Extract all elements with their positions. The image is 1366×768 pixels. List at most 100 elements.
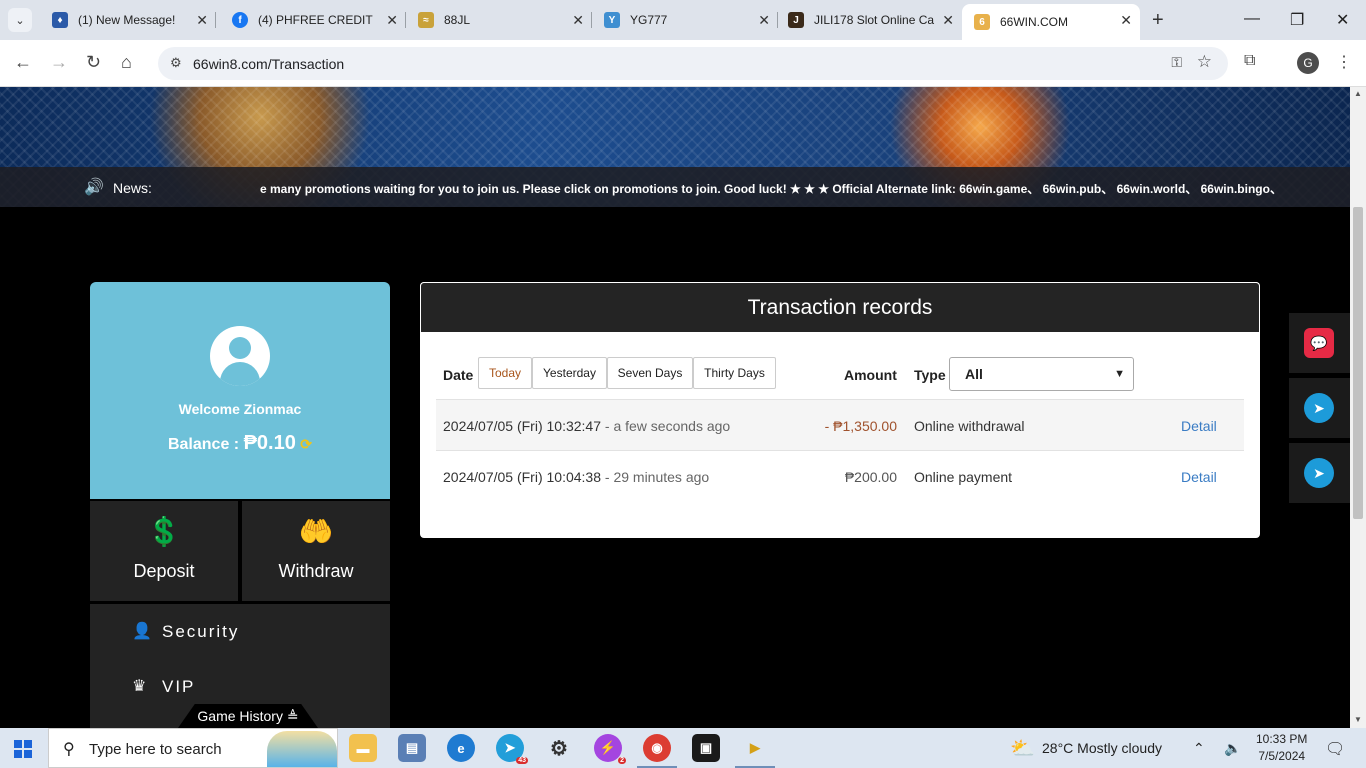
refresh-balance-icon[interactable]: ⟳ [300, 436, 312, 452]
page-content: 🔊 News: e many promotions waiting for yo… [0, 87, 1350, 728]
reload-button[interactable]: ↻ [86, 52, 101, 72]
scroll-up-icon[interactable]: ▲ [1354, 89, 1362, 98]
tab-separator [215, 12, 216, 28]
tab-facebook[interactable]: f (4) PHFREE CREDIT ✕ [220, 4, 406, 36]
settings-gear-icon[interactable]: ⚙ [545, 734, 573, 762]
security-user-icon: 👤 [132, 623, 154, 640]
scroll-down-icon[interactable]: ▼ [1354, 715, 1362, 724]
tab-title: JILI178 Slot Online Ca [814, 13, 935, 27]
notification-center-icon[interactable]: 🗨 [1325, 739, 1345, 759]
close-icon[interactable]: ✕ [942, 12, 954, 29]
password-key-icon[interactable]: ⚿ [1171, 54, 1182, 71]
close-icon[interactable]: ✕ [1120, 12, 1132, 29]
vip-crown-icon: ♛ [132, 678, 149, 695]
search-icon: ⚲ [63, 741, 75, 758]
clock-date: 7/5/2024 [1258, 749, 1306, 763]
card-title: Transaction records [420, 282, 1260, 333]
scroll-thumb[interactable] [1353, 207, 1363, 519]
table-row: 2024/07/05 (Fri) 10:32:47 - a few second… [436, 399, 1244, 450]
chrome-icon[interactable]: ◉ [643, 734, 671, 762]
tab-title: (4) PHFREE CREDIT [258, 13, 373, 27]
close-icon[interactable]: ✕ [572, 12, 584, 29]
row-type: Online withdrawal [914, 418, 1025, 434]
telegram-icon: ➤ [1304, 393, 1334, 423]
type-select-value: All [965, 366, 983, 382]
menu-item-label: Security [162, 622, 240, 641]
date-filter-label: Date [443, 367, 474, 383]
user-avatar-icon [210, 326, 270, 386]
address-toolbar: ← → ↻ ⌂ ⚙ 66win8.com/Transaction ⚿ ☆ [0, 40, 1366, 87]
menu-item-security[interactable]: 👤 Security [90, 604, 390, 659]
new-tab-button[interactable]: + [1152, 10, 1164, 30]
desktop-app-icon[interactable]: ▤ [398, 734, 426, 762]
telegram-float-button[interactable]: ➤ [1289, 378, 1350, 438]
deposit-button[interactable]: 💲 Deposit [90, 501, 238, 601]
tab-search-button[interactable]: ⌄ [8, 8, 32, 32]
windows-start-icon[interactable] [14, 740, 32, 758]
tab-yg777[interactable]: Y YG777 ✕ [592, 4, 778, 36]
tab-title: YG777 [630, 13, 668, 27]
clock-time: 10:33 PM [1256, 732, 1308, 746]
close-icon[interactable]: ✕ [196, 12, 208, 29]
browser-menu-icon[interactable]: ⋮ [1336, 52, 1352, 72]
yg777-favicon-icon: Y [604, 12, 620, 28]
telegram-taskbar-icon[interactable]: ➤ 43 [496, 734, 528, 764]
game-history-tab[interactable]: Game History ≜ [178, 704, 318, 728]
tab-new-message[interactable]: ♦ (1) New Message! ✕ [40, 4, 216, 36]
filter-thirty-days-button[interactable]: Thirty Days [693, 357, 776, 389]
row-detail-link[interactable]: Detail [1181, 418, 1217, 434]
url-text: 66win8.com/Transaction [193, 56, 345, 72]
withdraw-button[interactable]: 🤲 Withdraw [242, 501, 390, 601]
news-marquee-text: e many promotions waiting for you to joi… [260, 182, 1280, 196]
88jl-favicon-icon: ≈ [418, 12, 434, 28]
site-info-icon[interactable]: ⚙ [170, 55, 182, 71]
row-datetime: 2024/07/05 (Fri) 10:32:47 - a few second… [443, 418, 731, 434]
tab-title: 66WIN.COM [1000, 15, 1069, 29]
tab-title: (1) New Message! [78, 13, 176, 27]
chevron-up-icon[interactable]: ⌃ [1193, 740, 1205, 757]
chevron-down-icon: ▼ [1114, 368, 1125, 380]
edge-browser-icon[interactable]: e [447, 734, 475, 762]
filter-yesterday-button[interactable]: Yesterday [532, 357, 607, 389]
filter-seven-days-button[interactable]: Seven Days [607, 357, 693, 389]
profile-avatar[interactable]: G [1297, 52, 1319, 74]
game-app-icon[interactable]: ▣ [692, 734, 720, 762]
type-select[interactable]: All ▼ [949, 357, 1134, 391]
volume-icon[interactable]: 🔈 [1224, 740, 1241, 757]
tab-jili178[interactable]: J JILI178 Slot Online Ca ✕ [776, 4, 962, 36]
telegram-float-button-2[interactable]: ➤ [1289, 443, 1350, 503]
url-bar[interactable]: ⚙ 66win8.com/Transaction ⚿ ☆ [158, 47, 1228, 80]
home-button[interactable]: ⌂ [121, 52, 132, 72]
messenger-icon[interactable]: ⚡ 2 [594, 734, 626, 764]
file-explorer-icon[interactable]: ▬ [349, 734, 377, 762]
close-window-button[interactable]: ✕ [1336, 10, 1349, 30]
withdraw-icon: 🤲 [298, 516, 334, 547]
close-icon[interactable]: ✕ [758, 12, 770, 29]
table-row: 2024/07/05 (Fri) 10:04:38 - 29 minutes a… [436, 450, 1244, 501]
taskbar-clock[interactable]: 10:33 PM 7/5/2024 [1256, 731, 1307, 765]
tab-66win[interactable]: 6 66WIN.COM ✕ [962, 4, 1140, 40]
tab-title: 88JL [444, 13, 471, 27]
taskbar-search-box[interactable]: ⚲ Type here to search [48, 728, 338, 768]
menu-item-label: VIP [162, 677, 196, 696]
back-button[interactable]: ← [14, 52, 32, 72]
balance-line: Balance : ₱0.10 ⟳ [90, 432, 390, 455]
extensions-icon[interactable]: ⧉ [1244, 52, 1255, 70]
restore-button[interactable]: ❐ [1290, 10, 1304, 30]
tab-88jl[interactable]: ≈ 88JL ✕ [406, 4, 592, 36]
search-placeholder: Type here to search [89, 741, 222, 758]
chrome-profile-folder-icon[interactable]: ▶ [741, 734, 769, 762]
page-scrollbar[interactable]: ▲ ▼ [1350, 87, 1366, 728]
live-chat-float-button[interactable]: 💬 [1289, 313, 1350, 373]
minimize-button[interactable]: — [1244, 10, 1260, 28]
filter-today-button[interactable]: Today [478, 357, 532, 389]
news-label: News: [113, 180, 152, 196]
hero-banner: 🔊 News: e many promotions waiting for yo… [0, 87, 1350, 207]
close-icon[interactable]: ✕ [386, 12, 398, 29]
type-filter-label: Type [914, 367, 946, 383]
weather-text[interactable]: 28°C Mostly cloudy [1042, 740, 1162, 756]
66win-favicon-icon: 6 [974, 14, 990, 30]
row-detail-link[interactable]: Detail [1181, 469, 1217, 485]
bookmark-star-icon[interactable]: ☆ [1197, 52, 1212, 72]
forward-button[interactable]: → [50, 52, 68, 72]
